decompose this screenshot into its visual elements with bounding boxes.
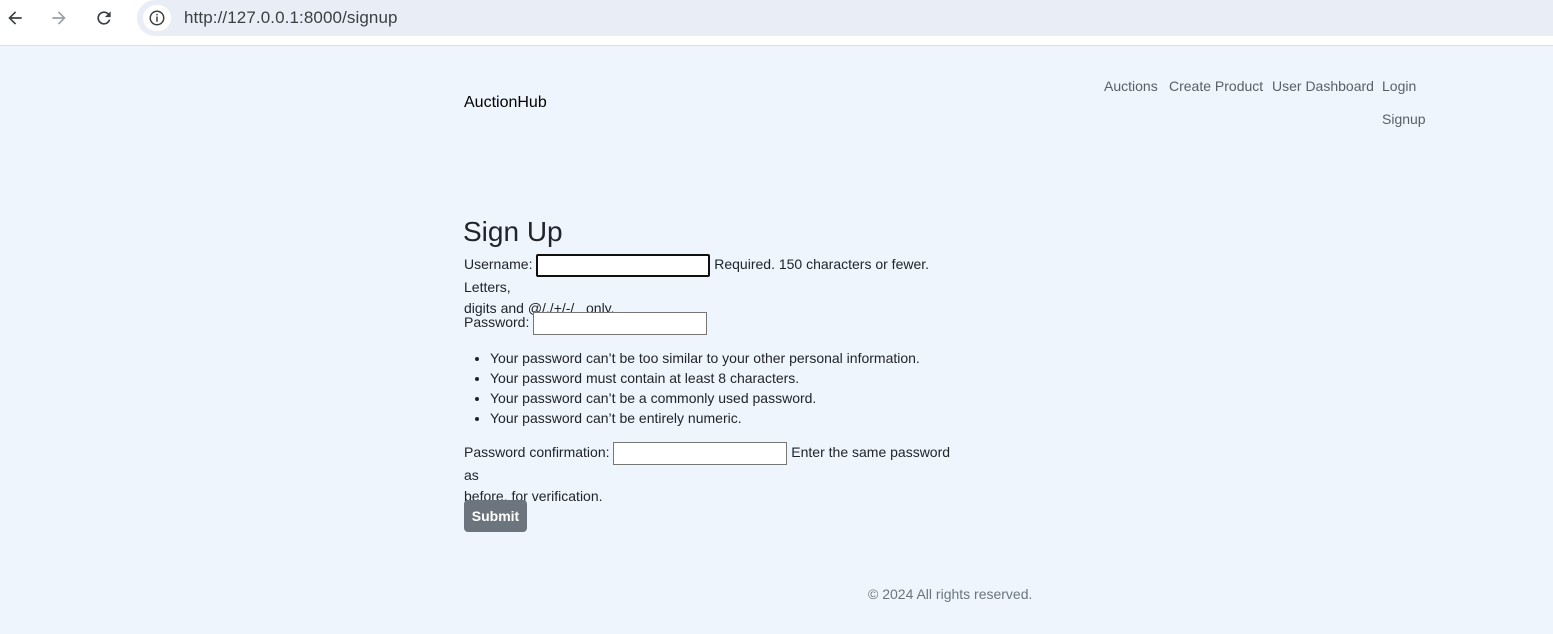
- nav-create-product-link[interactable]: Create Product: [1169, 78, 1263, 94]
- username-label: Username:: [464, 256, 533, 273]
- arrow-right-icon: [52, 11, 66, 25]
- browser-toolbar: http://127.0.0.1:8000/signup: [0, 0, 1553, 38]
- password-input[interactable]: [533, 312, 708, 335]
- url-text[interactable]: http://127.0.0.1:8000/signup: [184, 8, 398, 28]
- toolbar-gap: [0, 38, 1553, 45]
- password-label: Password:: [464, 314, 530, 331]
- forward-button[interactable]: [45, 4, 73, 32]
- password-confirm-label: Password confirmation:: [464, 444, 610, 461]
- reload-button[interactable]: [90, 4, 118, 32]
- nav-user-dashboard-link[interactable]: User Dashboard: [1272, 78, 1374, 94]
- password-confirm-input[interactable]: [613, 442, 788, 465]
- page-body: AuctionHub Auctions Create Product User …: [0, 46, 1553, 634]
- footer-copyright: © 2024 All rights reserved.: [868, 586, 1033, 602]
- submit-button[interactable]: Submit: [464, 500, 527, 532]
- password-rule: Your password can’t be a commonly used p…: [490, 388, 970, 408]
- password-rule: Your password must contain at least 8 ch…: [490, 368, 970, 388]
- reload-icon: [97, 11, 111, 25]
- password-rules-list: Your password can’t be too similar to yo…: [490, 348, 970, 428]
- address-bar[interactable]: http://127.0.0.1:8000/signup: [137, 0, 1553, 36]
- password-rule: Your password can’t be too similar to yo…: [490, 348, 970, 368]
- page-title: Sign Up: [463, 216, 563, 247]
- arrow-left-icon: [8, 11, 22, 25]
- username-input[interactable]: [536, 254, 711, 277]
- brand-link[interactable]: AuctionHub: [464, 94, 547, 112]
- nav-signup-link[interactable]: Signup: [1382, 111, 1426, 127]
- password-row: Password:: [464, 312, 708, 335]
- site-info-icon[interactable]: [143, 5, 171, 31]
- password-rule: Your password can’t be entirely numeric.: [490, 408, 970, 428]
- username-row: Username: Required. 150 characters or fe…: [464, 254, 974, 319]
- nav-login-link[interactable]: Login: [1382, 78, 1416, 94]
- back-button[interactable]: [1, 4, 29, 32]
- nav-auctions-link[interactable]: Auctions: [1104, 78, 1158, 94]
- password-confirm-row: Password confirmation: Enter the same pa…: [464, 442, 964, 507]
